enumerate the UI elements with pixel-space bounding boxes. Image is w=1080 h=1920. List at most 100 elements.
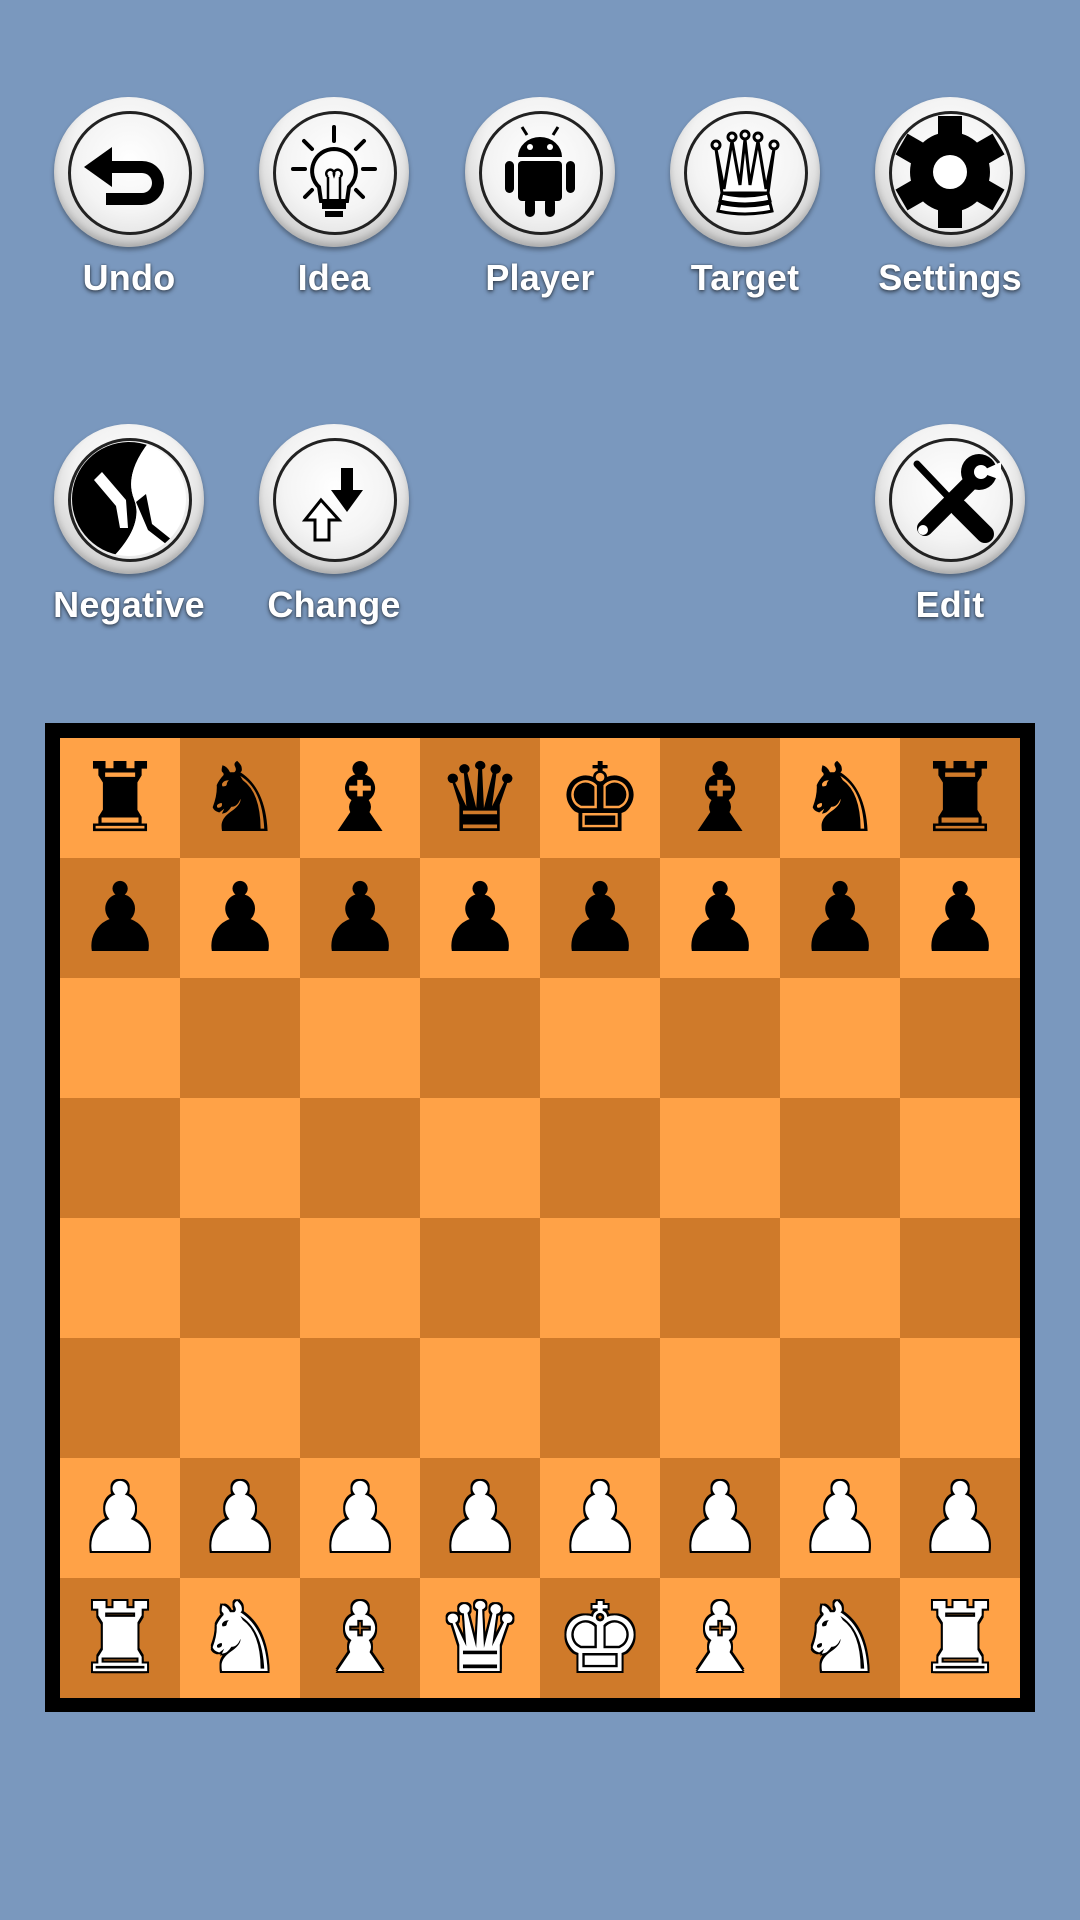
black-pawn[interactable]: ♟ — [917, 870, 1003, 966]
square-h2[interactable]: ♟ — [900, 1458, 1020, 1578]
square-f7[interactable]: ♟ — [660, 858, 780, 978]
black-pawn[interactable]: ♟ — [317, 870, 403, 966]
white-pawn[interactable]: ♟ — [77, 1470, 163, 1566]
square-e1[interactable]: ♚ — [540, 1578, 660, 1698]
square-g7[interactable]: ♟ — [780, 858, 900, 978]
black-pawn[interactable]: ♟ — [77, 870, 163, 966]
square-a1[interactable]: ♜ — [60, 1578, 180, 1698]
negative-button[interactable] — [54, 424, 204, 574]
idea-button[interactable] — [259, 97, 409, 247]
square-h1[interactable]: ♜ — [900, 1578, 1020, 1698]
black-queen[interactable]: ♛ — [437, 750, 523, 846]
square-h5[interactable] — [900, 1098, 1020, 1218]
black-king[interactable]: ♚ — [557, 750, 643, 846]
square-g1[interactable]: ♞ — [780, 1578, 900, 1698]
white-rook[interactable]: ♜ — [77, 1590, 163, 1686]
white-king[interactable]: ♚ — [557, 1590, 643, 1686]
square-b1[interactable]: ♞ — [180, 1578, 300, 1698]
white-knight[interactable]: ♞ — [797, 1590, 883, 1686]
black-bishop[interactable]: ♝ — [317, 750, 403, 846]
square-f5[interactable] — [660, 1098, 780, 1218]
square-d1[interactable]: ♛ — [420, 1578, 540, 1698]
square-d2[interactable]: ♟ — [420, 1458, 540, 1578]
square-g6[interactable] — [780, 978, 900, 1098]
edit-button[interactable] — [875, 424, 1025, 574]
square-d5[interactable] — [420, 1098, 540, 1218]
square-a3[interactable] — [60, 1338, 180, 1458]
square-a6[interactable] — [60, 978, 180, 1098]
square-c6[interactable] — [300, 978, 420, 1098]
square-f6[interactable] — [660, 978, 780, 1098]
square-h4[interactable] — [900, 1218, 1020, 1338]
white-pawn[interactable]: ♟ — [557, 1470, 643, 1566]
square-f1[interactable]: ♝ — [660, 1578, 780, 1698]
square-b7[interactable]: ♟ — [180, 858, 300, 978]
black-rook[interactable]: ♜ — [917, 750, 1003, 846]
settings-button[interactable] — [875, 97, 1025, 247]
square-b3[interactable] — [180, 1338, 300, 1458]
square-f8[interactable]: ♝ — [660, 738, 780, 858]
square-f3[interactable] — [660, 1338, 780, 1458]
change-tool[interactable]: Change — [254, 424, 414, 626]
square-b5[interactable] — [180, 1098, 300, 1218]
square-c1[interactable]: ♝ — [300, 1578, 420, 1698]
chess-board[interactable]: ♜ ♞ ♝ ♛ ♚ ♝ ♞ ♜ ♟ ♟ ♟ ♟ ♟ ♟ ♟ ♟ ♟ ♟ ♟ ♟ ♟ ♟ ♟ ♟ ♜ ♞ ♝ ♛ ♚ ♝ ♞ ♜ — [60, 738, 1020, 1698]
black-knight[interactable]: ♞ — [197, 750, 283, 846]
square-d7[interactable]: ♟ — [420, 858, 540, 978]
white-queen[interactable]: ♛ — [437, 1590, 523, 1686]
white-bishop[interactable]: ♝ — [677, 1590, 763, 1686]
white-pawn[interactable]: ♟ — [917, 1470, 1003, 1566]
white-rook[interactable]: ♜ — [917, 1590, 1003, 1686]
square-c8[interactable]: ♝ — [300, 738, 420, 858]
square-c7[interactable]: ♟ — [300, 858, 420, 978]
square-d8[interactable]: ♛ — [420, 738, 540, 858]
target-tool[interactable]: Target — [665, 97, 825, 299]
black-rook[interactable]: ♜ — [77, 750, 163, 846]
negative-tool[interactable]: Negative — [49, 424, 209, 626]
square-d6[interactable] — [420, 978, 540, 1098]
square-e6[interactable] — [540, 978, 660, 1098]
white-bishop[interactable]: ♝ — [317, 1590, 403, 1686]
square-h7[interactable]: ♟ — [900, 858, 1020, 978]
white-pawn[interactable]: ♟ — [677, 1470, 763, 1566]
idea-tool[interactable]: Idea — [254, 97, 414, 299]
square-a2[interactable]: ♟ — [60, 1458, 180, 1578]
square-h6[interactable] — [900, 978, 1020, 1098]
square-a8[interactable]: ♜ — [60, 738, 180, 858]
square-c3[interactable] — [300, 1338, 420, 1458]
square-c4[interactable] — [300, 1218, 420, 1338]
white-knight[interactable]: ♞ — [197, 1590, 283, 1686]
black-pawn[interactable]: ♟ — [437, 870, 523, 966]
square-b6[interactable] — [180, 978, 300, 1098]
square-b4[interactable] — [180, 1218, 300, 1338]
square-b2[interactable]: ♟ — [180, 1458, 300, 1578]
square-c2[interactable]: ♟ — [300, 1458, 420, 1578]
square-a5[interactable] — [60, 1098, 180, 1218]
white-pawn[interactable]: ♟ — [197, 1470, 283, 1566]
square-f2[interactable]: ♟ — [660, 1458, 780, 1578]
black-pawn[interactable]: ♟ — [677, 870, 763, 966]
undo-button[interactable] — [54, 97, 204, 247]
square-f4[interactable] — [660, 1218, 780, 1338]
undo-tool[interactable]: Undo — [49, 97, 209, 299]
square-c5[interactable] — [300, 1098, 420, 1218]
black-pawn[interactable]: ♟ — [797, 870, 883, 966]
square-e7[interactable]: ♟ — [540, 858, 660, 978]
target-button[interactable] — [670, 97, 820, 247]
square-g3[interactable] — [780, 1338, 900, 1458]
black-knight[interactable]: ♞ — [797, 750, 883, 846]
square-g5[interactable] — [780, 1098, 900, 1218]
player-tool[interactable]: Player — [460, 97, 620, 299]
square-g8[interactable]: ♞ — [780, 738, 900, 858]
square-e3[interactable] — [540, 1338, 660, 1458]
square-e5[interactable] — [540, 1098, 660, 1218]
square-d4[interactable] — [420, 1218, 540, 1338]
square-h8[interactable]: ♜ — [900, 738, 1020, 858]
player-button[interactable] — [465, 97, 615, 247]
black-bishop[interactable]: ♝ — [677, 750, 763, 846]
white-pawn[interactable]: ♟ — [317, 1470, 403, 1566]
change-button[interactable] — [259, 424, 409, 574]
white-pawn[interactable]: ♟ — [437, 1470, 523, 1566]
square-a7[interactable]: ♟ — [60, 858, 180, 978]
settings-tool[interactable]: Settings — [870, 97, 1030, 299]
